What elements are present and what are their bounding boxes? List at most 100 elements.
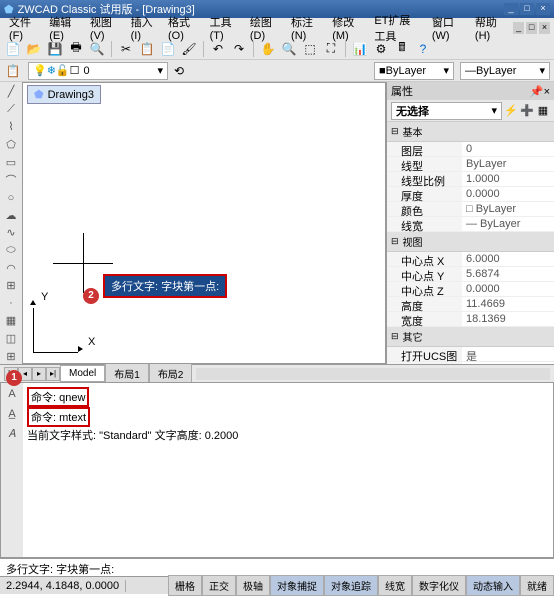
design-icon[interactable]: ⚙ [372, 40, 390, 58]
print-icon[interactable]: 🖶 [67, 40, 85, 58]
zoomext-icon[interactable]: ⛶ [322, 40, 340, 58]
mtext-icon[interactable]: A̲ [3, 405, 21, 423]
maximize-button[interactable]: □ [520, 3, 534, 15]
revcloud-icon[interactable]: ☁ [2, 208, 20, 224]
arc-icon[interactable]: ⌒ [2, 172, 20, 188]
preview-icon[interactable]: 🔍 [88, 40, 106, 58]
tab-model[interactable]: Model [60, 365, 105, 382]
open-icon[interactable]: 📂 [25, 40, 43, 58]
status-ortho[interactable]: 正交 [202, 575, 236, 596]
pline-icon[interactable]: ⌇ [2, 119, 20, 135]
copy-icon[interactable]: 📋 [138, 40, 156, 58]
new-icon[interactable]: 📄 [4, 40, 22, 58]
save-icon[interactable]: 💾 [46, 40, 64, 58]
status-otrack[interactable]: 对象追踪 [324, 575, 378, 596]
match-icon[interactable]: 🖌 [180, 40, 198, 58]
help-icon[interactable]: ? [414, 40, 432, 58]
prop-group[interactable]: 基本 [387, 122, 554, 142]
prop-row[interactable]: 中心点 Z0.0000 [387, 282, 554, 297]
prop-row[interactable]: 打开UCS图标是 [387, 347, 554, 362]
prop-row[interactable]: 宽度18.1369 [387, 312, 554, 327]
text-icon[interactable]: A [3, 385, 21, 403]
doc-close-button[interactable]: × [539, 22, 550, 34]
prop-row[interactable]: 图层0 [387, 142, 554, 157]
hatch-icon[interactable]: ▦ [2, 313, 20, 329]
tab-last-button[interactable]: ▸| [46, 367, 60, 381]
prop-value[interactable]: 是 [462, 347, 554, 361]
pickadd-icon[interactable]: ➕ [520, 104, 534, 118]
prop-value[interactable]: 6.0000 [462, 252, 554, 266]
prop-group[interactable]: 视图 [387, 232, 554, 252]
layer-select[interactable]: 💡❄🔓☐ 0 ▾ [28, 62, 168, 80]
menu-help[interactable]: 帮助(H) [470, 12, 509, 44]
zoom-icon[interactable]: 🔍 [280, 40, 298, 58]
paste-icon[interactable]: 📄 [159, 40, 177, 58]
prop-value[interactable] [462, 362, 554, 364]
prop-value[interactable]: 0.0000 [462, 187, 554, 201]
prop-value[interactable]: □ ByLayer [462, 202, 554, 216]
status-polar[interactable]: 极轴 [236, 575, 270, 596]
prop-row[interactable]: 高度11.4669 [387, 297, 554, 312]
line-icon[interactable]: ╱ [2, 84, 20, 100]
prop-row[interactable]: 中心点 Y5.6874 [387, 267, 554, 282]
status-grid[interactable]: 栅格 [168, 575, 202, 596]
prop-value[interactable]: — ByLayer [462, 217, 554, 231]
prop-value[interactable]: 11.4669 [462, 297, 554, 311]
tab-next-button[interactable]: ▸ [32, 367, 46, 381]
tab-layout1[interactable]: 布局1 [105, 363, 149, 384]
style-icon[interactable]: 𝐴 [3, 425, 21, 443]
xline-icon[interactable]: ⟋ [2, 102, 20, 118]
prop-row[interactable]: 颜色□ ByLayer [387, 202, 554, 217]
spline-icon[interactable]: ∿ [2, 225, 20, 241]
polygon-icon[interactable]: ⬠ [2, 137, 20, 153]
point-icon[interactable]: · [2, 296, 20, 312]
status-dyn[interactable]: 动态输入 [466, 575, 520, 596]
prop-row[interactable]: 厚度0.0000 [387, 187, 554, 202]
pan-icon[interactable]: ✋ [259, 40, 277, 58]
circle-icon[interactable]: ○ [2, 190, 20, 206]
calc-icon[interactable]: 🖩 [393, 40, 411, 58]
table-icon[interactable]: ⊞ [2, 348, 20, 364]
zoomwin-icon[interactable]: ⬚ [301, 40, 319, 58]
prop-row[interactable]: 中心点 X6.0000 [387, 252, 554, 267]
prop-value[interactable]: ByLayer [462, 157, 554, 171]
doc-max-button[interactable]: □ [526, 22, 537, 34]
rect-icon[interactable]: ▭ [2, 154, 20, 170]
doc-tab[interactable]: ⬟ Drawing3 [27, 85, 101, 104]
prop-value[interactable]: 0 [462, 142, 554, 156]
region-icon[interactable]: ◫ [2, 331, 20, 347]
tab-layout2[interactable]: 布局2 [149, 363, 193, 384]
props-close-icon[interactable]: × [544, 86, 550, 98]
status-tablet[interactable]: 数字化仪 [412, 575, 466, 596]
layer-prev-icon[interactable]: ⟲ [170, 62, 188, 80]
layer-prop-icon[interactable]: 📋 [4, 62, 22, 80]
prop-value[interactable]: 1.0000 [462, 172, 554, 186]
lineweight-select[interactable]: —ByLayer▾ [460, 62, 550, 80]
close-button[interactable]: × [536, 3, 550, 15]
select-icon[interactable]: ▦ [536, 104, 550, 118]
selection-combo[interactable]: 无选择▾ [391, 102, 502, 120]
status-lwt[interactable]: 线宽 [378, 575, 412, 596]
props-pin-icon[interactable]: 📌 [530, 86, 544, 98]
prop-row[interactable]: 线型ByLayer [387, 157, 554, 172]
status-osnap[interactable]: 对象捕捉 [270, 575, 324, 596]
color-select[interactable]: ■ByLayer▾ [374, 62, 454, 80]
undo-icon[interactable]: ↶ [209, 40, 227, 58]
ellipsearc-icon[interactable]: ◠ [2, 260, 20, 276]
props-icon[interactable]: 📊 [351, 40, 369, 58]
prop-value[interactable]: 5.6874 [462, 267, 554, 281]
redo-icon[interactable]: ↷ [230, 40, 248, 58]
doc-min-button[interactable]: _ [513, 22, 524, 34]
cut-icon[interactable]: ✂ [117, 40, 135, 58]
quickselect-icon[interactable]: ⚡ [504, 104, 518, 118]
status-ready[interactable]: 就绪 [520, 575, 554, 596]
prop-row[interactable]: 线宽— ByLayer [387, 217, 554, 232]
command-input[interactable]: 多行文字: 字块第一点: [0, 558, 554, 576]
prop-value[interactable]: 0.0000 [462, 282, 554, 296]
prop-group[interactable]: 其它 [387, 327, 554, 347]
menu-window[interactable]: 窗口(W) [427, 12, 468, 44]
prop-row[interactable]: 线型比例1.0000 [387, 172, 554, 187]
drawing-canvas[interactable]: ⬟ Drawing3 多行文字: 字块第一点: 2 Y X [22, 82, 386, 364]
tab-scrollbar[interactable] [196, 368, 550, 380]
block-icon[interactable]: ⊞ [2, 278, 20, 294]
